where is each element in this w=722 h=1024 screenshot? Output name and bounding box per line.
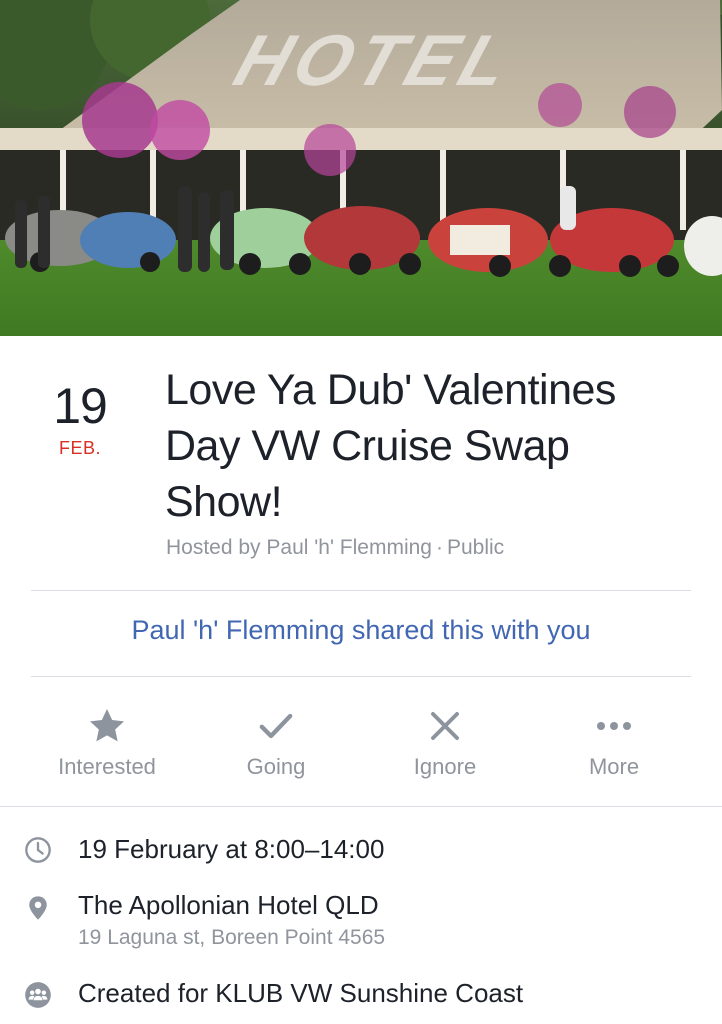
group-icon — [25, 982, 51, 1008]
event-time-row[interactable]: 19 February at 8:00–14:00 — [0, 834, 722, 874]
divider — [31, 676, 691, 677]
divider — [0, 806, 722, 807]
hotel-sign-text: HOTEL — [225, 20, 525, 101]
event-time-text: 19 February at 8:00–14:00 — [78, 834, 385, 864]
ignore-label: Ignore — [413, 754, 477, 779]
close-icon — [431, 712, 459, 740]
cover-photo-illustration: HOTEL — [0, 0, 722, 336]
event-title-line: Love Ya Dub' Valentines — [165, 366, 616, 414]
check-icon — [259, 713, 293, 739]
event-month: FEB. — [58, 438, 101, 458]
event-title: Love Ya Dub' Valentines Day VW Cruise Sw… — [165, 362, 705, 530]
location-pin-icon — [29, 896, 47, 920]
interested-button[interactable]: Interested — [22, 700, 192, 780]
event-title-line: Day VW Cruise Swap — [165, 422, 570, 470]
interested-label: Interested — [58, 754, 156, 779]
shared-notice[interactable]: Paul 'h' Flemming shared this with you — [0, 615, 722, 646]
more-label: More — [588, 754, 640, 779]
more-dots-icon — [597, 722, 631, 730]
ignore-button[interactable]: Ignore — [360, 700, 530, 780]
event-cover-photo[interactable]: HOTEL — [0, 0, 722, 336]
star-icon — [90, 709, 124, 742]
divider — [31, 590, 691, 591]
more-button[interactable]: More — [529, 700, 699, 780]
event-location-address: 19 Laguna st, Boreen Point 4565 — [78, 926, 386, 949]
event-group-row[interactable]: Created for KLUB VW Sunshine Coast — [0, 978, 722, 1018]
clock-icon — [25, 837, 51, 863]
event-visibility: Public — [446, 536, 505, 559]
event-location-name: The Apollonian Hotel QLD — [78, 890, 379, 920]
event-location-row[interactable]: The Apollonian Hotel QLD 19 Laguna st, B… — [0, 890, 722, 960]
event-host-line: Hosted by Paul 'h' Flemming · Public — [166, 536, 505, 559]
event-title-line: Show! — [165, 478, 283, 526]
event-group-text: Created for KLUB VW Sunshine Coast — [78, 978, 524, 1008]
going-button[interactable]: Going — [191, 700, 361, 780]
event-date-badge: 19 FEB. — [40, 378, 120, 459]
event-host[interactable]: Hosted by Paul 'h' Flemming — [166, 536, 432, 559]
event-actions-bar: Interested Going Ignore More — [0, 700, 722, 800]
going-label: Going — [246, 754, 306, 779]
event-day: 19 — [53, 378, 108, 434]
